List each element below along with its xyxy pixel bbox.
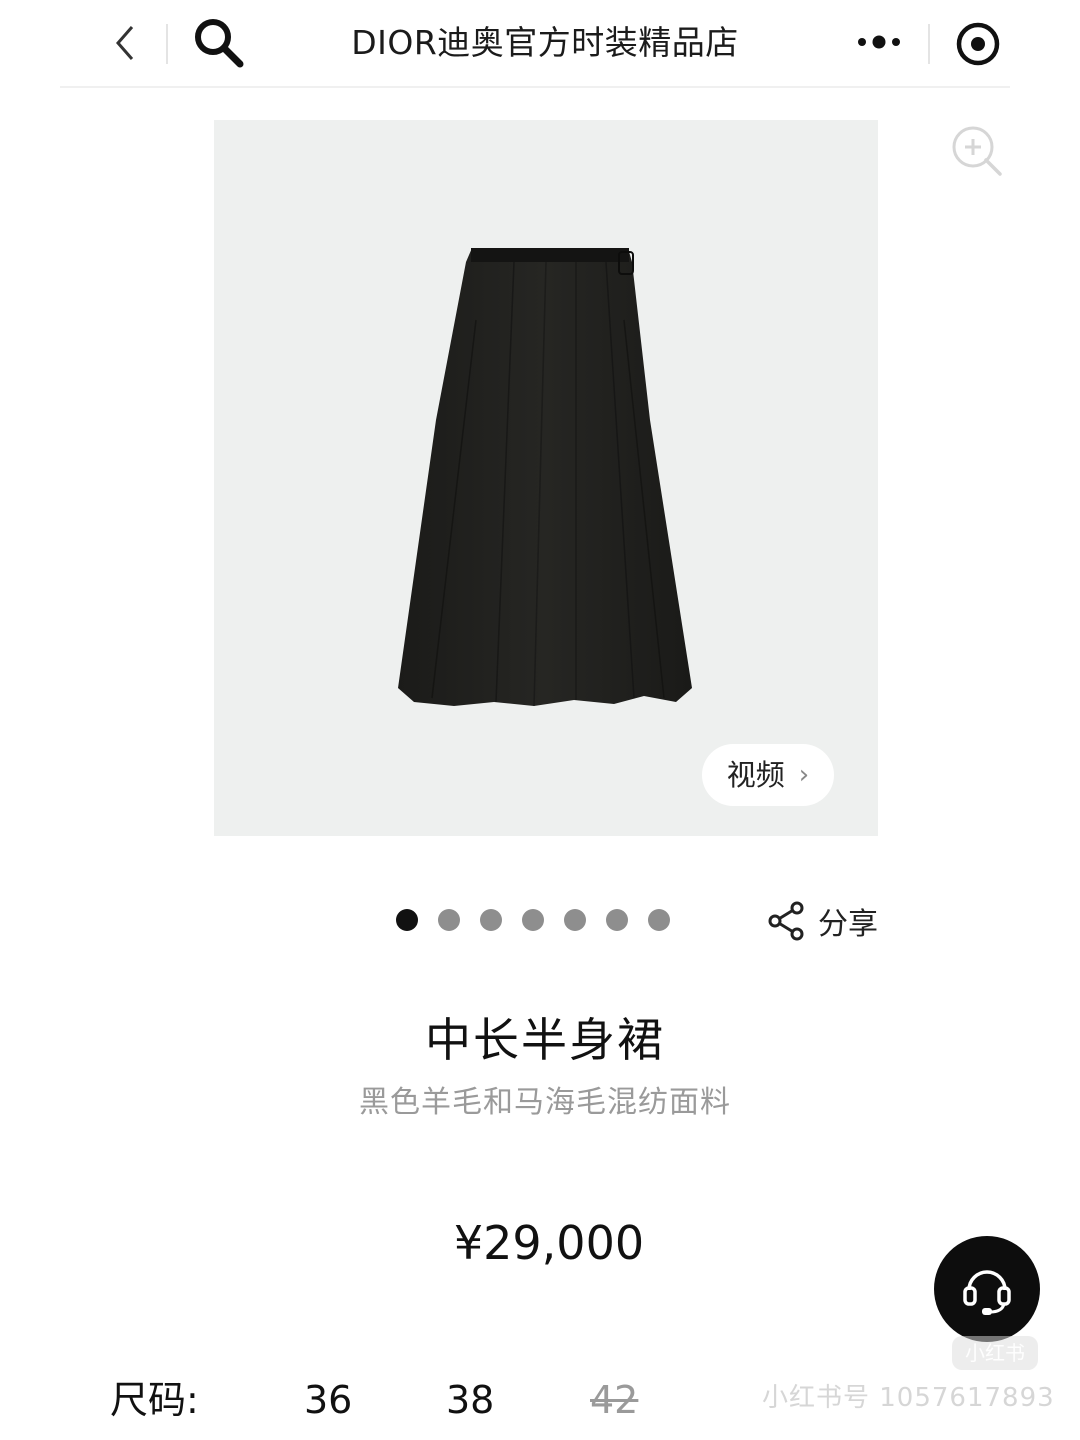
video-label: 视频 — [726, 758, 785, 792]
chevron-right-icon: › — [798, 760, 810, 790]
chevron-left-icon — [116, 26, 134, 60]
product-price: ¥29,000 — [453, 1216, 645, 1270]
carousel-dot[interactable] — [480, 909, 502, 931]
watermark-badge: 小红书 — [952, 1336, 1038, 1370]
carousel-indicator — [396, 909, 670, 933]
back-button[interactable] — [100, 18, 150, 68]
zoom-in-icon — [952, 126, 1002, 176]
share-label: 分享 — [818, 907, 878, 942]
product-page: DIOR迪奥官方时装精品店 视频 › 分享 中长半身裙 黑色羊毛和马海毛混纺面料… — [0, 0, 1080, 1440]
carousel-dot[interactable] — [522, 909, 544, 931]
carousel-dot[interactable] — [564, 909, 586, 931]
carousel-dot[interactable] — [396, 909, 418, 931]
watermark-text: 小红书号 1057617893 — [762, 1383, 1055, 1413]
mini-program-header: DIOR迪奥官方时装精品店 — [0, 0, 1080, 90]
header-divider — [166, 24, 168, 64]
skirt-image — [398, 248, 692, 707]
size-option-36[interactable]: 36 — [304, 1372, 352, 1428]
store-title: DIOR迪奥官方时装精品店 — [351, 23, 739, 62]
share-button[interactable]: 分享 — [766, 896, 878, 946]
header-divider — [928, 24, 930, 64]
share-icon — [768, 901, 804, 941]
video-button[interactable]: 视频 › — [702, 744, 834, 806]
carousel-dot[interactable] — [438, 909, 460, 931]
product-description: 黑色羊毛和马海毛混纺面料 — [359, 1085, 731, 1120]
more-button[interactable] — [850, 22, 910, 62]
header-underline — [60, 86, 1010, 88]
product-image[interactable]: 视频 › — [214, 120, 878, 836]
close-mini-program-button[interactable] — [950, 16, 1006, 72]
zoom-button[interactable] — [946, 120, 1006, 180]
more-dots-icon — [858, 35, 900, 49]
headset-icon — [963, 1270, 1011, 1315]
customer-service-button[interactable] — [934, 1236, 1040, 1342]
size-option-42-unavailable: 42 — [590, 1378, 639, 1422]
search-button[interactable] — [188, 12, 248, 72]
search-icon — [195, 19, 244, 68]
carousel-dot[interactable] — [606, 909, 628, 931]
target-icon — [956, 22, 1000, 66]
carousel-dot[interactable] — [648, 909, 670, 931]
product-name: 中长半身裙 — [425, 1013, 665, 1067]
size-label: 尺码: — [110, 1378, 199, 1422]
size-option-38[interactable]: 38 — [446, 1372, 494, 1428]
